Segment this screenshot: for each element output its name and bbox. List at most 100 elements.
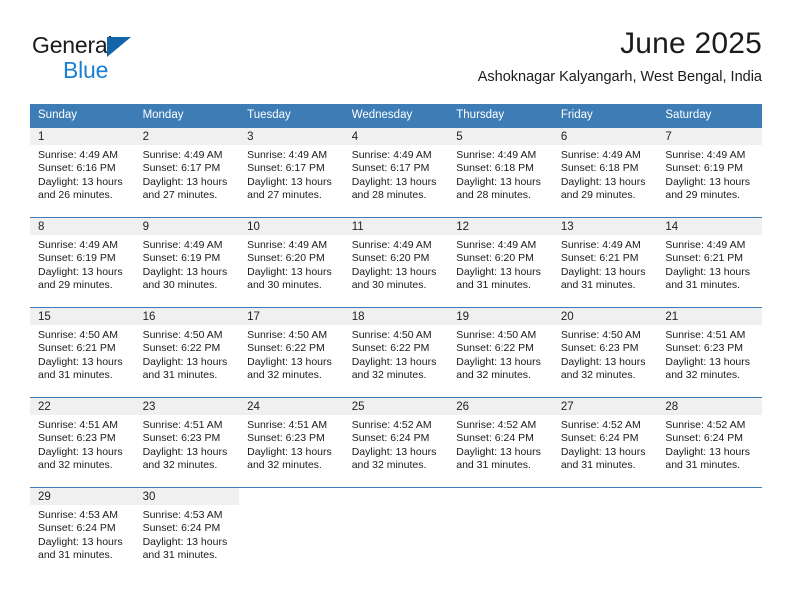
day-details: Sunrise: 4:49 AM Sunset: 6:20 PM Dayligh…: [239, 235, 344, 293]
sunrise-text: Sunrise: 4:53 AM: [38, 509, 118, 521]
sunrise-text: Sunrise: 4:50 AM: [38, 329, 118, 341]
day-cell-empty: [343, 488, 449, 577]
sunset-text: Sunset: 6:20 PM: [351, 252, 430, 265]
day-number: [343, 488, 449, 505]
day-cell[interactable]: 8 Sunrise: 4:49 AM Sunset: 6:19 PM Dayli…: [30, 218, 135, 307]
sunrise-text: Sunrise: 4:50 AM: [560, 329, 641, 341]
daylight-text: Daylight: 13 hours and 31 minutes.: [665, 445, 751, 472]
sunset-text: Sunset: 6:18 PM: [560, 162, 639, 175]
sunrise-text: Sunrise: 4:52 AM: [351, 419, 432, 431]
day-cell[interactable]: 9 Sunrise: 4:49 AM Sunset: 6:19 PM Dayli…: [134, 218, 240, 307]
weekday-header-thursday: Thursday: [456, 109, 505, 121]
sunset-text: Sunset: 6:22 PM: [456, 342, 534, 355]
day-details: Sunrise: 4:51 AM Sunset: 6:23 PM Dayligh…: [30, 415, 135, 473]
day-details: Sunrise: 4:52 AM Sunset: 6:24 PM Dayligh…: [448, 415, 553, 473]
calendar-grid: Sunday Monday Tuesday Wednesday Thursday…: [30, 104, 762, 577]
day-cell[interactable]: 26 Sunrise: 4:52 AM Sunset: 6:24 PM Dayl…: [448, 398, 553, 487]
day-number: 30: [134, 488, 240, 505]
day-cell-empty: [657, 488, 762, 577]
daylight-text: Daylight: 13 hours and 31 minutes.: [142, 535, 228, 562]
day-number: 13: [552, 218, 658, 235]
sunset-text: Sunset: 6:24 PM: [665, 432, 744, 445]
day-details: Sunrise: 4:50 AM Sunset: 6:22 PM Dayligh…: [239, 325, 344, 383]
day-cell[interactable]: 16 Sunrise: 4:50 AM Sunset: 6:22 PM Dayl…: [134, 308, 240, 397]
day-details: Sunrise: 4:49 AM Sunset: 6:21 PM Dayligh…: [657, 235, 762, 293]
sunrise-text: Sunrise: 4:49 AM: [665, 149, 746, 161]
day-cell[interactable]: 6 Sunrise: 4:49 AM Sunset: 6:18 PM Dayli…: [552, 128, 658, 217]
day-cell[interactable]: 29 Sunrise: 4:53 AM Sunset: 6:24 PM Dayl…: [30, 488, 135, 577]
daylight-text: Daylight: 13 hours and 31 minutes.: [560, 445, 646, 472]
day-cell[interactable]: 17 Sunrise: 4:50 AM Sunset: 6:22 PM Dayl…: [239, 308, 344, 397]
day-details: Sunrise: 4:51 AM Sunset: 6:23 PM Dayligh…: [239, 415, 344, 473]
week-row: 29 Sunrise: 4:53 AM Sunset: 6:24 PM Dayl…: [30, 487, 762, 577]
day-cell[interactable]: 23 Sunrise: 4:51 AM Sunset: 6:23 PM Dayl…: [134, 398, 240, 487]
day-number: 20: [552, 308, 658, 325]
sunrise-text: Sunrise: 4:51 AM: [142, 419, 223, 431]
day-cell[interactable]: 2 Sunrise: 4:49 AM Sunset: 6:17 PM Dayli…: [134, 128, 240, 217]
day-details: Sunrise: 4:49 AM Sunset: 6:18 PM Dayligh…: [553, 145, 658, 203]
sunrise-text: Sunrise: 4:49 AM: [456, 239, 537, 251]
day-cell[interactable]: 4 Sunrise: 4:49 AM Sunset: 6:17 PM Dayli…: [343, 128, 449, 217]
day-cell[interactable]: 24 Sunrise: 4:51 AM Sunset: 6:23 PM Dayl…: [239, 398, 344, 487]
day-number: 12: [448, 218, 553, 235]
day-number: 7: [657, 128, 762, 145]
sunrise-text: Sunrise: 4:49 AM: [351, 239, 432, 251]
day-cell[interactable]: 5 Sunrise: 4:49 AM Sunset: 6:18 PM Dayli…: [448, 128, 553, 217]
day-cell[interactable]: 7 Sunrise: 4:49 AM Sunset: 6:19 PM Dayli…: [657, 128, 762, 217]
daylight-text: Daylight: 13 hours and 28 minutes.: [456, 175, 541, 202]
day-number: 14: [657, 218, 762, 235]
week-row: 8 Sunrise: 4:49 AM Sunset: 6:19 PM Dayli…: [30, 217, 762, 307]
sunset-text: Sunset: 6:17 PM: [247, 162, 325, 175]
sunset-text: Sunset: 6:19 PM: [38, 252, 116, 265]
day-cell[interactable]: 14 Sunrise: 4:49 AM Sunset: 6:21 PM Dayl…: [657, 218, 762, 307]
daylight-text: Daylight: 13 hours and 29 minutes.: [560, 175, 646, 202]
sunrise-text: Sunrise: 4:53 AM: [142, 509, 223, 521]
sunset-text: Sunset: 6:18 PM: [456, 162, 534, 175]
day-details: Sunrise: 4:50 AM Sunset: 6:22 PM Dayligh…: [344, 325, 449, 383]
day-cell[interactable]: 15 Sunrise: 4:50 AM Sunset: 6:21 PM Dayl…: [30, 308, 135, 397]
weekday-header-tuesday: Tuesday: [247, 109, 291, 121]
day-cell[interactable]: 30 Sunrise: 4:53 AM Sunset: 6:24 PM Dayl…: [134, 488, 240, 577]
page-header: General Blue June 2025 Ashoknagar Kalyan…: [0, 0, 792, 98]
sunset-text: Sunset: 6:19 PM: [142, 252, 221, 265]
day-details: Sunrise: 4:53 AM Sunset: 6:24 PM Dayligh…: [30, 505, 135, 563]
day-details: Sunrise: 4:49 AM Sunset: 6:20 PM Dayligh…: [344, 235, 449, 293]
daylight-text: Daylight: 13 hours and 31 minutes.: [38, 535, 123, 562]
day-cell[interactable]: 13 Sunrise: 4:49 AM Sunset: 6:21 PM Dayl…: [552, 218, 658, 307]
day-cell[interactable]: 20 Sunrise: 4:50 AM Sunset: 6:23 PM Dayl…: [552, 308, 658, 397]
sunset-text: Sunset: 6:23 PM: [560, 342, 639, 355]
daylight-text: Daylight: 13 hours and 26 minutes.: [38, 175, 123, 202]
sunrise-text: Sunrise: 4:49 AM: [665, 239, 746, 251]
day-details: Sunrise: 4:49 AM Sunset: 6:19 PM Dayligh…: [135, 235, 240, 293]
day-cell[interactable]: 12 Sunrise: 4:49 AM Sunset: 6:20 PM Dayl…: [448, 218, 553, 307]
sunset-text: Sunset: 6:16 PM: [38, 162, 116, 175]
page-title: June 2025: [620, 27, 762, 60]
day-cell[interactable]: 18 Sunrise: 4:50 AM Sunset: 6:22 PM Dayl…: [343, 308, 449, 397]
day-cell[interactable]: 28 Sunrise: 4:52 AM Sunset: 6:24 PM Dayl…: [657, 398, 762, 487]
day-cell[interactable]: 19 Sunrise: 4:50 AM Sunset: 6:22 PM Dayl…: [448, 308, 553, 397]
location-subtitle: Ashoknagar Kalyangarh, West Bengal, Indi…: [477, 69, 762, 85]
sunset-text: Sunset: 6:24 PM: [142, 522, 221, 535]
daylight-text: Daylight: 13 hours and 32 minutes.: [351, 355, 437, 382]
day-cell[interactable]: 11 Sunrise: 4:49 AM Sunset: 6:20 PM Dayl…: [343, 218, 449, 307]
daylight-text: Daylight: 13 hours and 29 minutes.: [665, 175, 751, 202]
day-cell[interactable]: 3 Sunrise: 4:49 AM Sunset: 6:17 PM Dayli…: [239, 128, 344, 217]
sunrise-text: Sunrise: 4:49 AM: [247, 149, 328, 161]
sunrise-text: Sunrise: 4:49 AM: [560, 239, 641, 251]
day-cell-empty: [239, 488, 344, 577]
sunrise-text: Sunrise: 4:51 AM: [38, 419, 118, 431]
day-cell[interactable]: 21 Sunrise: 4:51 AM Sunset: 6:23 PM Dayl…: [657, 308, 762, 397]
day-details: Sunrise: 4:51 AM Sunset: 6:23 PM Dayligh…: [657, 325, 762, 383]
day-cell[interactable]: 22 Sunrise: 4:51 AM Sunset: 6:23 PM Dayl…: [30, 398, 135, 487]
sunset-text: Sunset: 6:24 PM: [456, 432, 534, 445]
daylight-text: Daylight: 13 hours and 27 minutes.: [142, 175, 228, 202]
day-cell-empty: [448, 488, 553, 577]
day-cell[interactable]: 10 Sunrise: 4:49 AM Sunset: 6:20 PM Dayl…: [239, 218, 344, 307]
day-cell[interactable]: 27 Sunrise: 4:52 AM Sunset: 6:24 PM Dayl…: [552, 398, 658, 487]
day-details: [448, 505, 553, 509]
day-number: 15: [30, 308, 135, 325]
day-cell[interactable]: 1 Sunrise: 4:49 AM Sunset: 6:16 PM Dayli…: [30, 128, 135, 217]
day-number: 1: [30, 128, 135, 145]
day-cell[interactable]: 25 Sunrise: 4:52 AM Sunset: 6:24 PM Dayl…: [343, 398, 449, 487]
sunrise-text: Sunrise: 4:49 AM: [560, 149, 641, 161]
